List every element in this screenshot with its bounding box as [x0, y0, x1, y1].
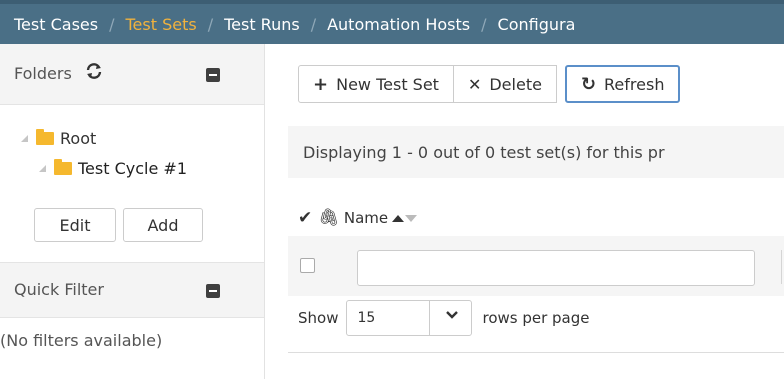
nav-separator: /	[481, 14, 487, 34]
new-test-set-button[interactable]: + New Test Set	[298, 65, 454, 103]
chevron-down-icon[interactable]	[445, 308, 459, 326]
tree-node-root[interactable]: Root	[21, 126, 96, 150]
nav-row: Test Cases / Test Sets / Test Runs / Aut…	[0, 12, 575, 36]
main-content: + New Test Set ✕ Delete ↻ Refresh Displa…	[265, 44, 784, 379]
folder-icon	[36, 128, 54, 145]
nav-automation-hosts[interactable]: Automation Hosts	[327, 15, 470, 34]
display-count-text: Displaying 1 - 0 out of 0 test set(s) fo…	[288, 126, 784, 178]
left-sidebar: Folders Root Test Cycle #1 Edit Add Quic…	[0, 44, 265, 379]
folder-icon	[54, 158, 72, 175]
name-column-header[interactable]: Name	[344, 209, 388, 227]
quick-filter-minimize-icon[interactable]	[206, 284, 220, 298]
refresh-icon: ↻	[580, 73, 597, 95]
grid-filter-row	[288, 236, 784, 296]
quick-filter-header: Quick Filter	[0, 262, 264, 318]
quick-filter-title: Quick Filter	[14, 280, 104, 299]
tree-node-label: Root	[60, 128, 97, 148]
pagination: Show 15 rows per page	[298, 300, 590, 336]
checkmark-icon[interactable]: ✔	[298, 208, 312, 228]
name-filter-input[interactable]	[357, 250, 755, 286]
nav-test-runs[interactable]: Test Runs	[224, 15, 300, 34]
delete-button[interactable]: ✕ Delete	[452, 65, 557, 103]
nav-accent-bar	[0, 0, 784, 4]
top-nav: Test Cases / Test Sets / Test Runs / Aut…	[0, 0, 784, 44]
grid-header: ✔ 🖇 Name	[298, 206, 418, 230]
page-size-select[interactable]: 15	[346, 300, 473, 336]
tree-node-test-cycle[interactable]: Test Cycle #1	[39, 156, 187, 180]
nav-test-cases[interactable]: Test Cases	[14, 15, 98, 34]
sort-ascending-icon[interactable]	[392, 214, 405, 222]
folders-minimize-icon[interactable]	[206, 68, 220, 82]
add-button[interactable]: Add	[123, 208, 203, 242]
toolbar: + New Test Set ✕ Delete ↻ Refresh	[298, 65, 681, 103]
no-filters-text: (No filters available)	[0, 331, 163, 350]
show-label: Show	[298, 309, 339, 327]
nav-separator: /	[310, 14, 317, 34]
plus-icon: +	[313, 73, 329, 95]
delete-label: Delete	[489, 74, 542, 94]
nav-configuration[interactable]: Configura	[498, 15, 576, 34]
tree-expand-icon[interactable]	[21, 134, 28, 142]
select-divider	[429, 301, 431, 335]
bottom-divider	[288, 352, 784, 353]
rows-per-page-label: rows per page	[482, 309, 590, 327]
select-all-checkbox[interactable]	[300, 258, 315, 273]
folders-panel-header: Folders	[0, 44, 264, 105]
close-icon: ✕	[467, 74, 482, 94]
attachment-icon: 🖇	[318, 208, 340, 228]
nav-test-sets[interactable]: Test Sets	[125, 15, 196, 34]
new-test-set-label: New Test Set	[336, 74, 439, 94]
refresh-icon[interactable]	[84, 61, 104, 81]
column-divider	[781, 250, 782, 284]
refresh-button[interactable]: ↻ Refresh	[564, 65, 681, 103]
tree-node-label: Test Cycle #1	[78, 158, 187, 178]
refresh-label: Refresh	[604, 74, 665, 94]
sort-descending-icon[interactable]	[405, 214, 418, 222]
nav-separator: /	[207, 14, 214, 34]
edit-button[interactable]: Edit	[34, 208, 116, 242]
tree-expand-icon[interactable]	[39, 164, 46, 172]
nav-separator: /	[109, 14, 115, 34]
page-size-value: 15	[357, 310, 376, 326]
folders-title: Folders	[14, 64, 72, 83]
